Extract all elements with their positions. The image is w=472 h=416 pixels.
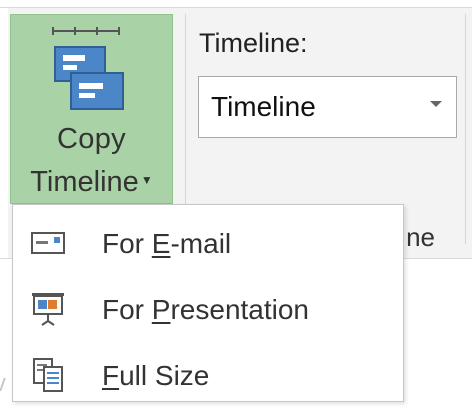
menu-item-full-size[interactable]: Full Size <box>13 343 403 407</box>
group-separator-right <box>465 14 466 244</box>
presentation-icon <box>32 293 64 326</box>
copy-button-label-text: Timeline <box>30 166 139 198</box>
ribbon-group-caption-text: ne <box>406 222 435 252</box>
background-text-fragment: v <box>0 370 6 397</box>
ribbon-top-border <box>0 0 472 8</box>
timeline-select[interactable]: Timeline <box>198 76 457 138</box>
copy-timeline-icon <box>52 27 124 110</box>
full-size-icon <box>33 358 63 392</box>
timeline-select-value: Timeline <box>211 91 316 122</box>
menu-item-label: For E-mail <box>102 228 232 259</box>
chevron-down-icon[interactable] <box>430 101 442 107</box>
copy-timeline-button[interactable]: Copy Timeline ▼ <box>10 14 173 204</box>
menu-item-label: For Presentation <box>102 294 310 325</box>
copy-button-label-line1: Copy <box>57 123 126 155</box>
copy-timeline-screen: Copy Timeline ▼ Timeline: Timeline ne v F… <box>0 0 472 416</box>
menu-item-for-presentation[interactable]: For Presentation <box>13 277 403 341</box>
email-icon <box>31 232 65 254</box>
copy-button-label-line2: Timeline ▼ <box>11 166 172 199</box>
menu-item-for-email[interactable]: For E-mail <box>13 211 403 275</box>
ribbon-left-edge <box>0 8 8 258</box>
timeline-field-label: Timeline: <box>199 28 308 58</box>
menu-item-label: Full Size <box>102 360 210 391</box>
copy-timeline-menu: For E-mail For Presentation Full Size <box>12 204 404 402</box>
dropdown-arrow-icon: ▼ <box>140 173 153 188</box>
